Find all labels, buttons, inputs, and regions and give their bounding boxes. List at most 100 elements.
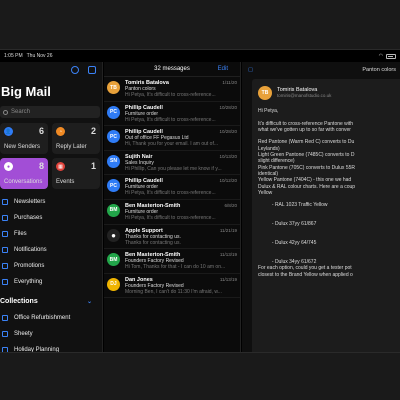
message-preview: Morning Ben, I can't do 11:30 I'm afraid… <box>125 288 222 295</box>
message-date: 10/13/20 <box>219 153 237 159</box>
avatar: TB <box>258 86 272 100</box>
smart-tiles: 👤 6 New Senders ◔ 2 Reply Later ● 8 Conversation… <box>0 118 102 189</box>
sender-name: Phillip Caudell <box>125 104 163 111</box>
message-row[interactable]: PC Phillip Caudell 10/28/20 Furniture order… <box>104 102 240 127</box>
message-date: 10/28/20 <box>219 129 237 135</box>
collection-item[interactable]: Office Refurbishment <box>0 310 102 326</box>
avatar: BM <box>107 203 120 217</box>
message-preview: Hi Petya, It's difficult to cross-refere… <box>125 214 216 221</box>
message-card: TB Tomiris Batalova tomiris@manofstudio.… <box>252 79 400 352</box>
message-body: Hi Petya, It's difficult to cross-refere… <box>258 108 356 278</box>
message-date: 10/12/20 <box>219 178 237 184</box>
app-window: 1:05 PM Thu Nov 26 ◠ Big Mail Search 👤 6 N… <box>0 49 400 353</box>
message-detail: ▢ Panton colors TB Tomiris Batalova tomi… <box>242 62 400 352</box>
tile-label: Conversations <box>4 179 43 185</box>
status-bar: 1:05 PM Thu Nov 26 ◠ <box>0 50 400 62</box>
message-row[interactable]: DJ Dan Jones 11/13/19 Founders Factory Revi… <box>104 274 240 299</box>
tile-label: New Senders <box>4 144 41 150</box>
sender-name: Sujith Nair <box>125 153 153 160</box>
search-input[interactable]: Search <box>0 106 100 118</box>
avatar: DJ <box>107 277 120 291</box>
message-preview: Hi Petya, It's difficult to cross-refere… <box>125 116 216 123</box>
collections-header[interactable]: Collections ⌄ <box>0 293 102 310</box>
avatar: TB <box>107 81 120 94</box>
collection-item[interactable]: Holiday Planning <box>0 342 102 353</box>
message-list-header: 32 messages Edit <box>104 62 240 77</box>
message-row[interactable]: SN Sujith Nair 10/13/20 Sales Inquiry Hi Phi… <box>104 151 240 176</box>
tile-events[interactable]: ▦ 1 Events <box>52 158 100 189</box>
chevron-down-icon: ⌄ <box>86 299 92 305</box>
folder-icon <box>2 279 8 285</box>
message-row[interactable]: ● Apple Support 11/21/19 Thanks for contact… <box>104 225 240 250</box>
more-icon[interactable] <box>71 66 79 74</box>
message-preview: Hi Petya, It's difficult to cross-refere… <box>125 92 216 98</box>
message-preview: Hi, Thank you for your email. I am out o… <box>125 141 219 148</box>
sidebar: Big Mail Search 👤 6 New Senders ◔ 2 Reply Lat… <box>0 62 103 353</box>
message-date: 11/13/19 <box>219 276 237 282</box>
tile-count: 2 <box>90 126 96 136</box>
message-preview: Hi Phillip, Can you please let me know i… <box>125 165 222 172</box>
tile-new-senders[interactable]: 👤 6 New Senders <box>0 123 48 154</box>
sidebar-item-notifications[interactable]: Notifications <box>0 242 102 258</box>
avatar: SN <box>107 154 120 168</box>
sidebar-item-label: Newsletters <box>14 199 46 205</box>
from-address: tomiris@manofstudio.co.uk <box>277 93 332 98</box>
tile-icon: ● <box>4 162 13 171</box>
tile-count: 6 <box>38 126 44 136</box>
message-date: 11/13/19 <box>219 252 237 258</box>
avatar: PC <box>107 179 120 193</box>
sidebar-item-label: Purchases <box>14 215 43 221</box>
folder-icon <box>2 231 8 237</box>
collection-label: Holiday Planning <box>14 347 60 353</box>
message-row[interactable]: PC Phillip Caudell 10/12/20 Furniture order… <box>104 175 240 200</box>
status-time: 1:05 PM <box>4 53 23 59</box>
message-preview: Hi Petya, It's difficult to cross-refere… <box>125 190 216 197</box>
avatar: PC <box>107 130 120 144</box>
folder-icon <box>2 263 8 269</box>
tile-icon: ◔ <box>56 127 65 136</box>
message-row[interactable]: TB Tomiris Batalova 1/11/20 Panton colors Hi… <box>104 77 240 102</box>
collection-label: Office Refurbishment <box>14 315 71 321</box>
edit-button[interactable]: Edit <box>218 66 228 72</box>
back-icon[interactable]: ▢ <box>248 67 253 73</box>
sidebar-item-label: Notifications <box>14 247 47 253</box>
compose-icon[interactable] <box>88 66 96 74</box>
message-row[interactable]: BM Ben Masterton-Smith 6/8/20 Furniture ord… <box>104 200 240 225</box>
avatar: BM <box>107 253 120 267</box>
apple-logo-icon: ● <box>107 228 120 242</box>
sender-name: Dan Jones <box>125 276 153 283</box>
app-title: Big Mail <box>1 84 51 99</box>
avatar: PC <box>107 105 120 119</box>
tile-icon: 👤 <box>4 127 13 136</box>
tile-count: 8 <box>38 161 44 171</box>
battery-icon <box>386 53 396 59</box>
sidebar-item-purchases[interactable]: Purchases <box>0 210 102 226</box>
collection-item[interactable]: Sheety <box>0 326 102 342</box>
message-date: 6/8/20 <box>224 202 237 208</box>
wifi-icon: ◠ <box>378 53 383 59</box>
message-date: 11/21/19 <box>219 227 237 233</box>
detail-title: Panton colors <box>362 66 396 73</box>
message-row[interactable]: PC Phillip Caudell 10/28/20 Out of office F… <box>104 126 240 151</box>
sender-name: Apple Support <box>125 227 163 234</box>
sidebar-item-label: Everything <box>14 279 43 285</box>
collections-label: Collections <box>0 298 38 305</box>
tile-reply-later[interactable]: ◔ 2 Reply Later <box>52 123 100 154</box>
message-date: 1/11/20 <box>222 80 237 85</box>
sidebar-item-files[interactable]: Files <box>0 226 102 242</box>
detail-header: ▢ Panton colors <box>242 62 400 77</box>
search-icon <box>3 109 8 115</box>
message-row[interactable]: BM Ben Masterton-Smith 11/13/19 Founders Fa… <box>104 249 240 274</box>
message-list: 32 messages Edit TB Tomiris Batalova 1/11/… <box>104 62 241 352</box>
search-placeholder: Search <box>11 109 31 115</box>
collection-icon <box>2 331 8 337</box>
tile-conversations[interactable]: ● 8 Conversations <box>0 158 48 189</box>
message-date: 10/28/20 <box>219 104 237 110</box>
sidebar-item-promotions[interactable]: Promotions <box>0 258 102 274</box>
folder-icon <box>2 199 8 205</box>
collection-label: Sheety <box>14 331 33 337</box>
sidebar-item-everything[interactable]: Everything <box>0 274 102 290</box>
sidebar-item-newsletters[interactable]: Newsletters <box>0 194 102 210</box>
status-date: Thu Nov 26 <box>26 53 53 59</box>
message-preview: Hi Tom, Thanks for that - I can do 10 am… <box>125 264 226 271</box>
